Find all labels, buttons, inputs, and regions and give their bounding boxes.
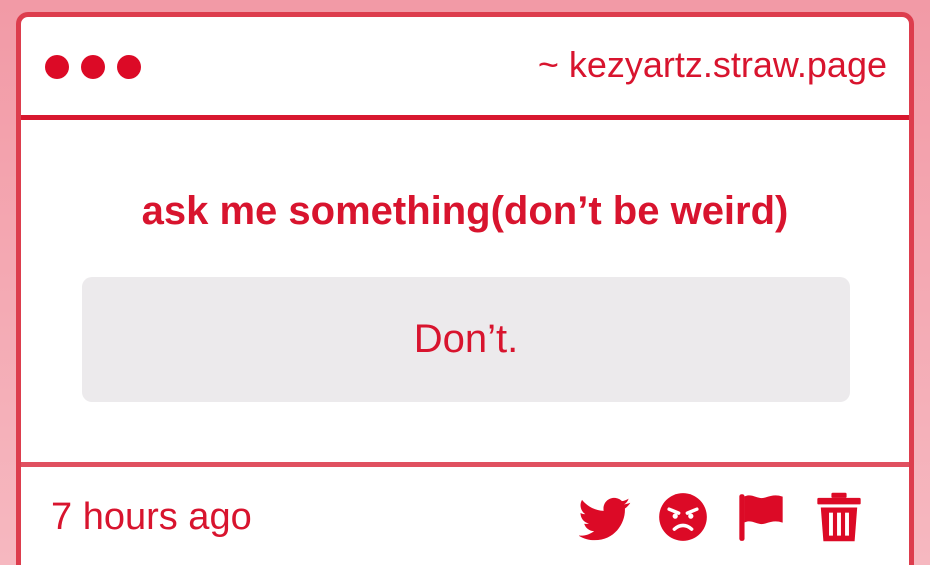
window-dot	[45, 55, 69, 79]
flag-icon	[739, 494, 783, 541]
answer-box: Don’t.	[82, 277, 850, 402]
card-titlebar: ~ kezyartz.straw.page	[21, 17, 909, 120]
share-twitter-button[interactable]	[579, 491, 631, 543]
report-flag-button[interactable]	[735, 491, 787, 543]
page-url: ~ kezyartz.straw.page	[537, 44, 887, 85]
twitter-icon	[579, 497, 631, 541]
angry-face-icon	[659, 493, 707, 541]
window-dot	[81, 55, 105, 79]
question-text: ask me something(don’t be weird)	[141, 189, 789, 233]
window-dot	[117, 55, 141, 79]
answer-text: Don’t.	[413, 317, 519, 361]
delete-button[interactable]	[813, 491, 865, 543]
question-card: ~ kezyartz.straw.page ask me something(d…	[16, 12, 914, 565]
trash-icon	[817, 492, 861, 542]
action-bar	[579, 491, 865, 543]
react-angry-button[interactable]	[657, 491, 709, 543]
card-content: ask me something(don’t be weird) Don’t.	[21, 120, 909, 467]
card-footer: 7 hours ago	[21, 467, 909, 565]
window-dots	[45, 55, 141, 79]
timestamp: 7 hours ago	[51, 496, 252, 538]
